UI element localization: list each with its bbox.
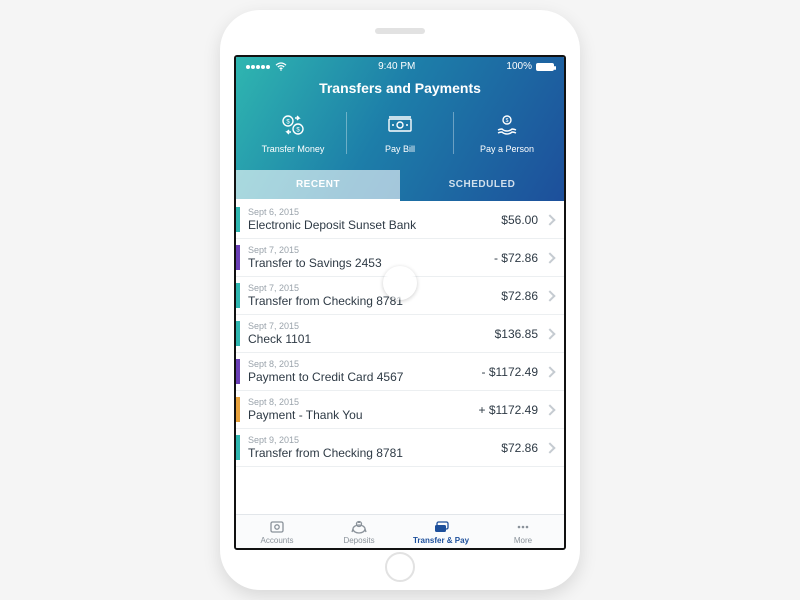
action-pay-person[interactable]: $ Pay a Person	[453, 112, 560, 154]
action-transfer-money[interactable]: $$ Transfer Money	[240, 112, 346, 154]
wifi-icon	[275, 62, 287, 71]
chevron-right-icon	[544, 404, 555, 415]
category-stripe	[236, 359, 240, 384]
transaction-date: Sept 9, 2015	[248, 435, 493, 445]
svg-text:$: $	[506, 118, 509, 124]
chevron-right-icon	[544, 252, 555, 263]
pay-bill-icon	[351, 112, 449, 138]
category-stripe	[236, 283, 240, 308]
phone-frame: 9:40 PM 100% Transfers and Payments $$ T…	[220, 10, 580, 590]
pay-person-icon: $	[458, 112, 556, 138]
category-stripe	[236, 435, 240, 460]
nav-more[interactable]: More	[482, 515, 564, 548]
transfer-money-icon: $$	[244, 112, 342, 138]
page-title: Transfers and Payments	[236, 74, 564, 106]
category-stripe	[236, 321, 240, 346]
transaction-description: Payment to Credit Card 4567	[248, 370, 474, 384]
quick-actions: $$ Transfer Money Pay Bill $ Pay a Perso…	[236, 106, 564, 170]
transaction-list: Sept 6, 2015Electronic Deposit Sunset Ba…	[236, 201, 564, 514]
transaction-amount: - $1172.49	[482, 365, 539, 379]
action-label: Pay Bill	[351, 144, 449, 154]
chevron-right-icon	[544, 442, 555, 453]
transaction-date: Sept 7, 2015	[248, 245, 486, 255]
transaction-description: Transfer to Savings 2453	[248, 256, 486, 270]
header: 9:40 PM 100% Transfers and Payments $$ T…	[236, 57, 564, 201]
nav-label: Deposits	[318, 536, 400, 545]
more-icon	[482, 519, 564, 535]
chevron-right-icon	[544, 290, 555, 301]
home-button[interactable]	[385, 552, 415, 582]
svg-text:$: $	[296, 128, 300, 134]
transaction-date: Sept 8, 2015	[248, 359, 474, 369]
tab-scheduled[interactable]: SCHEDULED	[400, 170, 564, 201]
battery-icon	[536, 63, 554, 71]
chevron-right-icon	[544, 214, 555, 225]
transaction-row[interactable]: Sept 7, 2015Transfer to Savings 2453 - $7…	[236, 239, 564, 277]
action-label: Transfer Money	[244, 144, 342, 154]
category-stripe	[236, 245, 240, 270]
transaction-row[interactable]: Sept 9, 2015Transfer from Checking 8781 $…	[236, 429, 564, 467]
chevron-right-icon	[544, 328, 555, 339]
transaction-description: Check 1101	[248, 332, 487, 346]
tabs: RECENT SCHEDULED	[236, 170, 564, 201]
transaction-amount: $136.85	[495, 327, 538, 341]
action-pay-bill[interactable]: Pay Bill	[346, 112, 453, 154]
piggy-bank-icon	[318, 519, 400, 535]
transaction-amount: - $72.86	[494, 251, 538, 265]
transaction-description: Electronic Deposit Sunset Bank	[248, 218, 493, 232]
transaction-description: Transfer from Checking 8781	[248, 446, 493, 460]
category-stripe	[236, 207, 240, 232]
cards-icon	[400, 519, 482, 535]
transaction-date: Sept 8, 2015	[248, 397, 470, 407]
status-time: 9:40 PM	[378, 61, 415, 72]
transaction-row[interactable]: Sept 6, 2015Electronic Deposit Sunset Ba…	[236, 201, 564, 239]
nav-label: More	[482, 536, 564, 545]
transaction-row[interactable]: Sept 8, 2015Payment - Thank You + $1172.4…	[236, 391, 564, 429]
status-bar: 9:40 PM 100%	[236, 57, 564, 74]
svg-text:$: $	[286, 120, 290, 126]
nav-label: Transfer & Pay	[400, 536, 482, 545]
signal-dots-icon	[246, 61, 271, 72]
bottom-nav: AccountsDepositsTransfer & PayMore	[236, 514, 564, 548]
transaction-date: Sept 6, 2015	[248, 207, 493, 217]
category-stripe	[236, 397, 240, 422]
nav-transfer-pay[interactable]: Transfer & Pay	[400, 515, 482, 548]
transaction-amount: $56.00	[501, 213, 538, 227]
transaction-date: Sept 7, 2015	[248, 321, 487, 331]
transaction-amount: + $1172.49	[478, 403, 538, 417]
transaction-row[interactable]: Sept 8, 2015Payment to Credit Card 4567-…	[236, 353, 564, 391]
chevron-right-icon	[544, 366, 555, 377]
nav-deposits[interactable]: Deposits	[318, 515, 400, 548]
battery-percent: 100%	[506, 61, 532, 72]
action-label: Pay a Person	[458, 144, 556, 154]
transaction-amount: $72.86	[501, 441, 538, 455]
transaction-row[interactable]: Sept 7, 2015Transfer from Checking 8781 $…	[236, 277, 564, 315]
transaction-description: Payment - Thank You	[248, 408, 470, 422]
transaction-row[interactable]: Sept 7, 2015Check 1101 $136.85	[236, 315, 564, 353]
transaction-description: Transfer from Checking 8781	[248, 294, 493, 308]
safe-icon	[236, 519, 318, 535]
tab-recent[interactable]: RECENT	[236, 170, 400, 201]
transaction-date: Sept 7, 2015	[248, 283, 493, 293]
screen: 9:40 PM 100% Transfers and Payments $$ T…	[234, 55, 566, 550]
transaction-amount: $72.86	[501, 289, 538, 303]
nav-label: Accounts	[236, 536, 318, 545]
nav-accounts[interactable]: Accounts	[236, 515, 318, 548]
